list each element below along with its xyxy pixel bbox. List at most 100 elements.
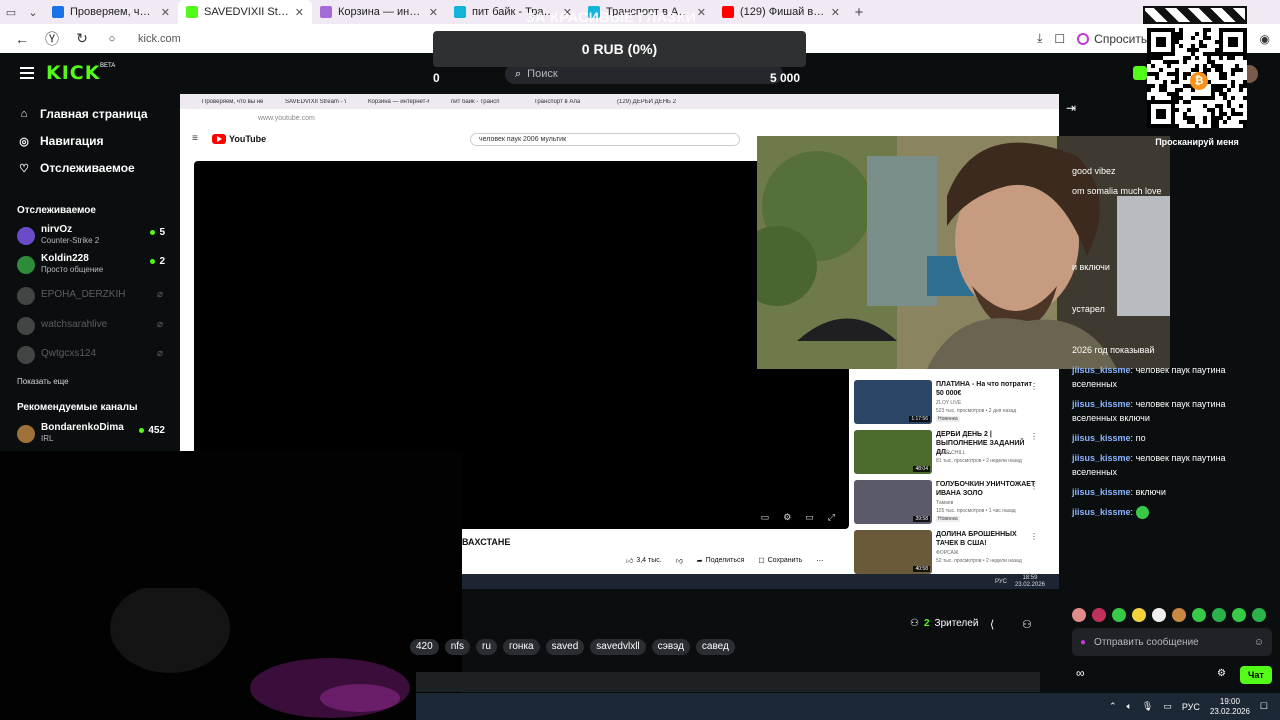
- tag-chip[interactable]: ru: [476, 639, 497, 655]
- tabs-dropdown-icon[interactable]: ⌄: [22, 0, 44, 24]
- tag-chip[interactable]: гонка: [502, 639, 540, 655]
- new-tab-button[interactable]: +: [848, 1, 870, 23]
- chat-username[interactable]: jiisus_kissme: [1072, 399, 1131, 409]
- recommended-video: 48:04 ДЕРБИ ДЕНЬ 2 | ВЫПОЛНЕНИЕ ЗАДАНИЙ Д…: [854, 430, 1054, 474]
- channel-row[interactable]: watchsarahlive ⌀: [17, 313, 165, 339]
- tab-title: Проверяем, что вы не ро: [70, 6, 155, 18]
- tag-chip[interactable]: савед: [695, 639, 735, 655]
- tag-chip[interactable]: savedvlxll: [590, 639, 646, 655]
- chat-text: устарел: [1072, 304, 1105, 314]
- reload-icon[interactable]: ↻: [72, 30, 92, 47]
- channel-row[interactable]: Qwtgcxs124 ⌀: [17, 342, 165, 368]
- lang-indicator[interactable]: РУС: [1182, 702, 1200, 712]
- nav-item-label: Главная страница: [40, 107, 148, 121]
- chat-username[interactable]: jiisus_kissme: [1072, 507, 1131, 517]
- follow-icon[interactable]: ⚇: [1022, 618, 1032, 631]
- chat-settings-icon[interactable]: ⚙: [1217, 668, 1226, 679]
- heart-icon: ♡: [19, 162, 29, 175]
- nav-item[interactable]: ◎ Навигация: [18, 134, 103, 148]
- mic-icon[interactable]: ●: [1080, 637, 1086, 648]
- tray-arrow-icon[interactable]: ⌃: [1109, 701, 1117, 712]
- clock-date: 23.02.2026: [1209, 706, 1250, 716]
- emote-icon[interactable]: [1252, 608, 1266, 622]
- tag-chip[interactable]: saved: [545, 639, 585, 655]
- tab-close-icon[interactable]: ✕: [831, 6, 840, 19]
- emote-icon[interactable]: [1192, 608, 1206, 622]
- emote-icon[interactable]: [1152, 608, 1166, 622]
- profile-icon[interactable]: ◉: [1260, 32, 1270, 46]
- chat-username[interactable]: jiisus_kissme: [1072, 365, 1131, 375]
- channel-row[interactable]: Koldin228 Просто общение 2: [17, 252, 165, 278]
- video-duration: 1:17:56: [909, 416, 930, 422]
- more-icon: ⋮: [1030, 532, 1038, 541]
- back-icon[interactable]: ←: [12, 31, 32, 47]
- tab-close-icon[interactable]: ✕: [161, 6, 170, 19]
- tab-close-icon[interactable]: ✕: [697, 6, 706, 19]
- youtube-play-icon: [212, 134, 226, 144]
- recommended-video: 1:17:56 ПЛАТИНА - На что потратит 50 000€…: [854, 380, 1054, 424]
- browser-tab[interactable]: SAVEDVIXII Stream - W ✕: [178, 0, 312, 24]
- yandex-icon[interactable]: Ⓨ: [42, 29, 62, 49]
- chat-panel: ⇥ good vibez om somalia much love и включи…: [1062, 94, 1280, 694]
- search-input[interactable]: ⌕ Поиск: [505, 64, 783, 84]
- menu-icon[interactable]: [20, 67, 34, 79]
- bookmark-icon[interactable]: ☐: [1054, 32, 1065, 46]
- nav-item[interactable]: ⌂ Главная страница: [18, 107, 148, 121]
- window-menu-icon[interactable]: ▭: [0, 0, 22, 24]
- chat-send-button[interactable]: Чат: [1240, 666, 1272, 684]
- viewer-count: ⚇ 2 Зрителей: [910, 618, 978, 629]
- show-more-link[interactable]: Показать еще: [17, 377, 69, 386]
- volume-icon[interactable]: 🔈︎: [1126, 701, 1131, 712]
- chat-username[interactable]: jiisus_kissme: [1072, 487, 1131, 497]
- share-button: ➦ Поделиться: [697, 557, 745, 565]
- share-icon[interactable]: ⟨: [990, 618, 994, 631]
- compass-icon: ◎: [19, 135, 29, 148]
- notification-icon[interactable]: ☐: [1260, 701, 1268, 712]
- video-duration: 39:58: [913, 516, 930, 522]
- emote-icon[interactable]: [1232, 608, 1246, 622]
- subtitles-icon: ▭: [760, 512, 770, 522]
- emote-icon[interactable]: [1212, 608, 1226, 622]
- home-icon: ⌂: [20, 108, 28, 120]
- chat-input[interactable]: ● Отправить сообщение ☺: [1072, 628, 1272, 656]
- donation-min: 0: [433, 71, 440, 85]
- clock[interactable]: 19:00 23.02.2026: [1210, 697, 1250, 717]
- kick-logo[interactable]: KICK: [46, 62, 100, 84]
- video-title: ДОЛИНА БРОШЕННЫХ ТАЧЕК В США!: [936, 531, 1017, 547]
- mic-tray-icon[interactable]: 🎙︎: [1142, 701, 1153, 712]
- channel-row[interactable]: nirvOz Counter-Strike 2 5: [17, 223, 165, 249]
- browser-tab[interactable]: (129) Фишай в Гоа | ✕: [714, 0, 848, 24]
- chat-username[interactable]: jiisus_kissme: [1072, 433, 1131, 443]
- infinity-icon[interactable]: ∞: [1076, 666, 1085, 680]
- emote-icon[interactable]: [1092, 608, 1106, 622]
- tag-chip[interactable]: сэвэд: [651, 639, 690, 655]
- emote-icon[interactable]: [1132, 608, 1146, 622]
- channel-row[interactable]: EPOHA_DERZKIH ⌀: [17, 283, 165, 309]
- browser-tab[interactable]: Проверяем, что вы не ро ✕: [44, 0, 178, 24]
- chat-username[interactable]: jiisus_kissme: [1072, 453, 1131, 463]
- nav-item[interactable]: ♡ Отслеживаемое: [18, 161, 135, 175]
- emoji-icon[interactable]: ☺: [1254, 637, 1264, 648]
- channel-row[interactable]: BondarenkoDima IRL 452: [17, 421, 165, 447]
- downloads-icon[interactable]: ⤓: [1037, 31, 1042, 46]
- video-title: ГОЛУБОЧКИН УНИЧТОЖАЕТ ИВАНА ЗОЛО: [936, 481, 1036, 497]
- emote-icon[interactable]: [1172, 608, 1186, 622]
- channel-name: nirvOz: [41, 224, 73, 235]
- channel-name: BondarenkoDima: [41, 422, 124, 433]
- tag-chip[interactable]: 420: [410, 639, 439, 655]
- viewer-number: 2: [923, 618, 930, 629]
- emote-icon[interactable]: [1072, 608, 1086, 622]
- channel-name: Koldin228: [41, 253, 89, 264]
- browser-tab[interactable]: Корзина — интернет-ма ✕: [312, 0, 446, 24]
- viewer-number: 452: [148, 425, 165, 436]
- emote-icon[interactable]: [1112, 608, 1126, 622]
- url-text[interactable]: kick.com: [138, 33, 181, 45]
- tab-close-icon[interactable]: ✕: [429, 6, 438, 19]
- battery-icon[interactable]: ▭: [1163, 701, 1172, 712]
- tab-close-icon[interactable]: ✕: [295, 6, 304, 19]
- chat-message: om somalia much love: [1072, 184, 1272, 198]
- collapse-chat-icon[interactable]: ⇥: [1066, 101, 1076, 115]
- save-icon: ☐: [758, 557, 765, 565]
- share-label: Поделиться: [705, 557, 745, 564]
- tag-chip[interactable]: nfs: [444, 639, 471, 655]
